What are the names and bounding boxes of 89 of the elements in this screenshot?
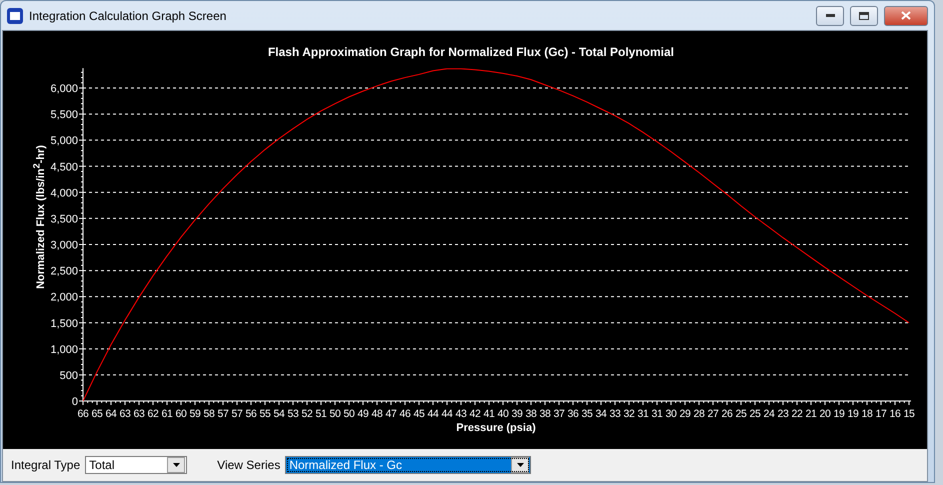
minimize-button[interactable] xyxy=(816,6,844,26)
y-tick-label: 2,500 xyxy=(50,266,78,278)
app-icon xyxy=(7,8,23,24)
x-tick-label: 46 xyxy=(399,408,411,420)
caret-icon xyxy=(516,463,524,467)
x-tick-label: 38 xyxy=(525,408,537,420)
x-tick-label: 63 xyxy=(119,408,131,420)
caret-icon xyxy=(172,463,180,467)
x-tick-label: 54 xyxy=(273,408,285,420)
x-tick-label: 36 xyxy=(567,408,579,420)
x-tick-label: 45 xyxy=(413,408,425,420)
x-tick-label: 56 xyxy=(245,408,257,420)
y-tick-label: 1,500 xyxy=(50,318,78,330)
y-tick-label: 5,500 xyxy=(50,109,78,122)
x-tick-label: 38 xyxy=(539,408,551,420)
x-tick-label: 22 xyxy=(791,408,803,420)
x-tick-label: 53 xyxy=(287,408,299,420)
x-tick-label: 21 xyxy=(805,408,817,420)
x-tick-label: 19 xyxy=(847,408,859,420)
x-tick-label: 32 xyxy=(623,408,635,420)
y-tick-label: 5,000 xyxy=(50,135,78,148)
x-tick-label: 57 xyxy=(231,408,243,420)
x-tick-label: 49 xyxy=(357,408,369,420)
y-tick-label: 4,000 xyxy=(50,187,78,200)
x-tick-label: 29 xyxy=(679,408,691,420)
y-tick-label: 3,000 xyxy=(50,240,78,252)
x-tick-label: 48 xyxy=(371,408,383,420)
x-tick-label: 51 xyxy=(315,408,327,420)
dropdown-field[interactable]: Normalized Flux - Gc xyxy=(285,456,532,474)
combo-label: Integral Type xyxy=(11,458,80,472)
x-tick-label: 47 xyxy=(385,408,397,420)
x-tick-label: 30 xyxy=(665,408,677,420)
x-tick-label: 63 xyxy=(133,408,145,420)
x-tick-label: 50 xyxy=(329,408,341,420)
chart-title: Flash Approximation Graph for Normalized Flux (Gc) - Total Polynomial xyxy=(268,45,674,59)
x-tick-label: 20 xyxy=(819,408,831,420)
x-tick-label: 42 xyxy=(469,408,481,420)
y-tick-label: 2,000 xyxy=(50,292,78,304)
x-tick-label: 33 xyxy=(609,408,621,420)
x-tick-label: 64 xyxy=(105,408,117,420)
x-tick-label: 60 xyxy=(175,408,187,420)
y-tick-label: 6,000 xyxy=(50,83,78,95)
y-tick-label: 0 xyxy=(72,396,78,408)
x-tick-label: 23 xyxy=(777,408,789,420)
x-tick-label: 37 xyxy=(553,408,565,420)
x-tick-label: 34 xyxy=(595,408,607,420)
x-tick-label: 39 xyxy=(511,408,523,420)
x-tick-label: 44 xyxy=(427,408,439,420)
x-tick-label: 55 xyxy=(259,408,271,420)
combo-label: View Series xyxy=(217,458,280,472)
x-tick-label: 19 xyxy=(833,408,845,420)
x-tick-label: 15 xyxy=(903,408,915,420)
dropdown-field[interactable]: Total xyxy=(85,456,188,474)
x-tick-label: 52 xyxy=(301,408,313,420)
minimize-icon xyxy=(826,14,834,17)
x-tick-label: 35 xyxy=(581,408,593,420)
x-axis-title: Pressure (psia) xyxy=(456,422,536,434)
x-tick-label: 62 xyxy=(147,408,159,420)
x-tick-label: 26 xyxy=(721,408,733,420)
x-tick-label: 31 xyxy=(651,408,663,420)
x-tick-label: 65 xyxy=(91,408,103,420)
x-tick-label: 24 xyxy=(763,408,775,420)
x-tick-label: 66 xyxy=(77,408,89,420)
x-tick-label: 28 xyxy=(693,408,705,420)
x-tick-label: 25 xyxy=(735,408,747,420)
x-tick-label: 31 xyxy=(637,408,649,420)
x-tick-label: 61 xyxy=(161,408,173,420)
maximize-icon xyxy=(859,12,869,20)
y-tick-label: 500 xyxy=(60,370,78,382)
y-tick-label: 4,500 xyxy=(50,161,78,174)
x-tick-label: 58 xyxy=(203,408,215,420)
x-tick-label: 17 xyxy=(875,408,887,420)
x-tick-label: 25 xyxy=(749,408,761,420)
x-tick-label: 27 xyxy=(707,408,719,420)
maximize-button[interactable] xyxy=(850,6,878,26)
close-button[interactable] xyxy=(884,6,928,26)
x-tick-label: 41 xyxy=(483,408,495,420)
x-tick-label: 44 xyxy=(441,408,453,420)
x-tick-label: 59 xyxy=(189,408,201,420)
x-tick-label: 18 xyxy=(861,408,873,420)
close-icon xyxy=(901,11,911,20)
x-tick-label: 50 xyxy=(343,408,355,420)
y-tick-label: 1,000 xyxy=(50,344,78,356)
x-tick-label: 43 xyxy=(455,408,467,420)
x-tick-label: 57 xyxy=(217,408,229,420)
window-title: Integration Calculation Graph Screen xyxy=(29,8,228,22)
x-tick-label: 40 xyxy=(497,408,509,420)
x-tick-label: 16 xyxy=(889,408,901,420)
y-tick-label: 3,500 xyxy=(50,213,78,226)
